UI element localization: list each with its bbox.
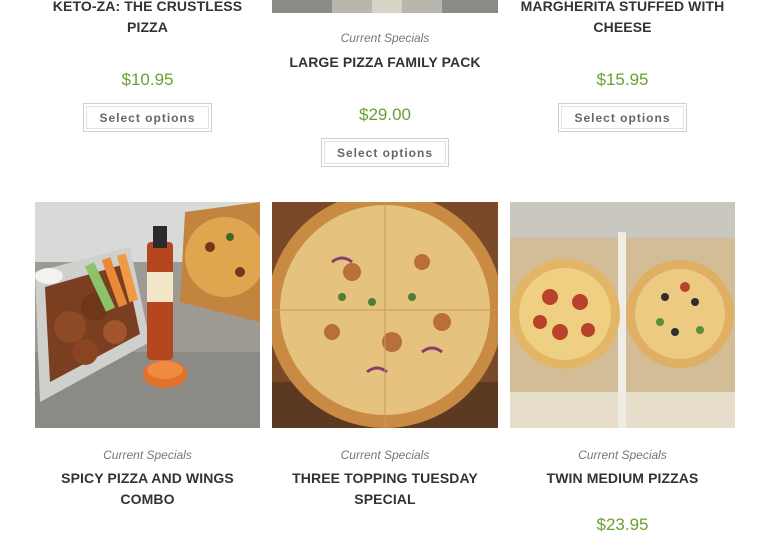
product-photo-strip xyxy=(272,0,498,13)
product-category[interactable]: Current Specials xyxy=(272,31,498,45)
product-image[interactable] xyxy=(272,202,498,428)
product-image[interactable] xyxy=(35,202,260,428)
product-title[interactable]: SPICY PIZZA AND WINGS COMBO xyxy=(35,468,260,510)
select-options-button[interactable]: Select options xyxy=(321,138,449,167)
product-title[interactable]: LARGE PIZZA FAMILY PACK xyxy=(272,52,498,73)
product-category[interactable]: Current Specials xyxy=(35,448,260,462)
product-price: $23.95 xyxy=(596,515,649,534)
product-image[interactable] xyxy=(510,202,735,428)
product-card-twin-medium-pizzas: Current Specials TWIN MEDIUM PIZZAS $23.… xyxy=(510,202,735,534)
twin-pizzas-photo xyxy=(510,202,735,428)
select-options-button[interactable]: Select options xyxy=(558,103,687,132)
product-title[interactable]: KETO-ZA: THE CRUSTLESS PIZZA xyxy=(35,0,260,38)
product-price: $29.00 xyxy=(359,105,411,124)
product-title[interactable]: MARGHERITA STUFFED WITH CHEESE xyxy=(510,0,735,38)
product-title[interactable]: TWIN MEDIUM PIZZAS xyxy=(510,468,735,489)
product-card-spicy-pizza-wings: Current Specials SPICY PIZZA AND WINGS C… xyxy=(35,202,260,527)
product-category[interactable]: Current Specials xyxy=(510,448,735,462)
product-price: $10.95 xyxy=(121,70,174,89)
product-card-keto-za: KETO-ZA: THE CRUSTLESS PIZZA $10.95 Sele… xyxy=(35,0,260,140)
three-topping-pizza-photo xyxy=(272,202,498,428)
select-options-button[interactable]: Select options xyxy=(83,103,212,132)
product-category[interactable]: Current Specials xyxy=(272,448,498,462)
product-card-margherita: MARGHERITA STUFFED WITH CHEESE $15.95 Se… xyxy=(510,0,735,140)
product-card-large-pizza-family-pack: Current Specials LARGE PIZZA FAMILY PACK… xyxy=(272,0,498,175)
product-card-three-topping-tuesday: Current Specials THREE TOPPING TUESDAY S… xyxy=(272,202,498,527)
wings-pizza-photo xyxy=(35,202,260,428)
product-image[interactable] xyxy=(272,0,498,13)
product-title[interactable]: THREE TOPPING TUESDAY SPECIAL xyxy=(272,468,498,510)
product-price: $15.95 xyxy=(596,70,649,89)
